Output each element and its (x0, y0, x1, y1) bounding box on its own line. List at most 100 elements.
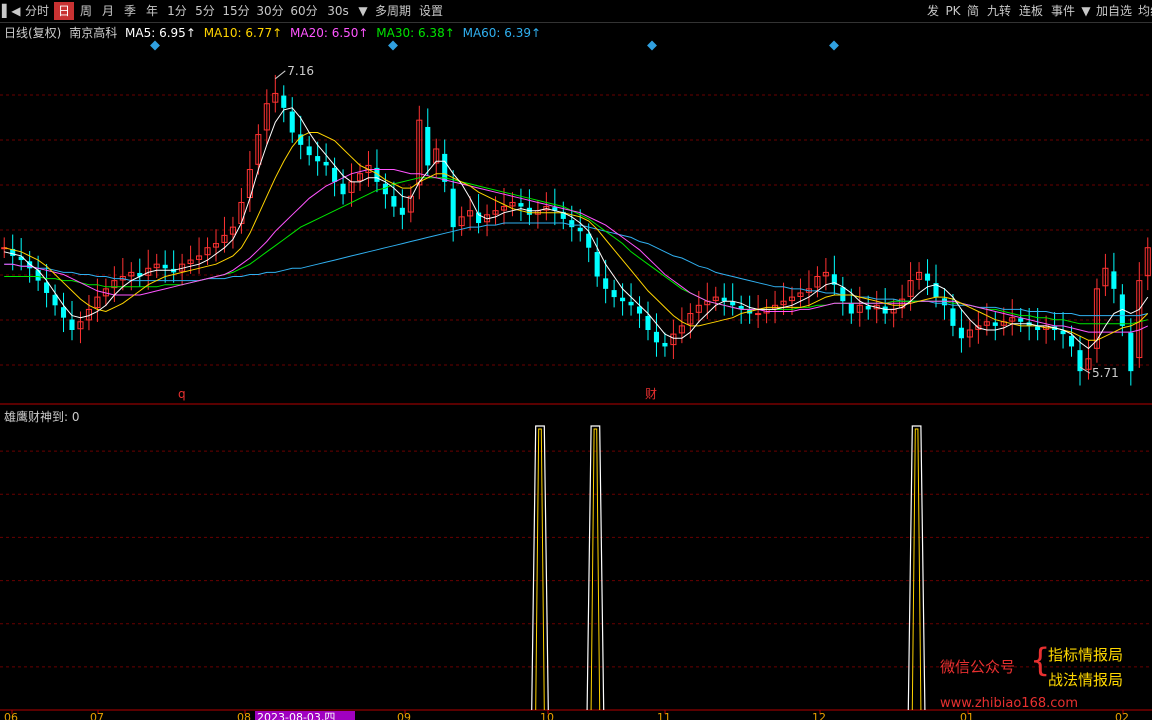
date-highlight-label: 2023-08-03,四 (257, 711, 335, 720)
high-price-label: 7.16 (287, 64, 314, 78)
settings-button[interactable]: 设置 (416, 2, 446, 20)
candle-body-down (332, 167, 338, 182)
candle-body-down (1018, 318, 1024, 322)
signal-pulse-inner (535, 428, 545, 711)
candle-body-down (1068, 335, 1075, 347)
ma30-line (4, 177, 1148, 325)
candle-body-down (848, 303, 854, 314)
x-tick-label: 11 (657, 711, 671, 720)
add-watchlist-button[interactable]: 加自选 (1094, 2, 1134, 20)
candle-body-down (69, 319, 75, 330)
candle-body-down (577, 227, 583, 232)
fa-button[interactable]: 发 (924, 2, 942, 20)
signal-pulse-inner (911, 428, 922, 711)
tab-60min[interactable]: 60分 (288, 2, 320, 20)
candle-body-down (620, 297, 626, 302)
tab-1min[interactable]: 1分 (164, 2, 190, 20)
candle-body-down (60, 307, 67, 318)
ma5-line (4, 107, 1149, 350)
watermark-indicator-bureau: 指标情报局 (1048, 646, 1124, 664)
candle-body-down (1128, 332, 1134, 372)
candle-body-down (958, 327, 964, 339)
tab-30min[interactable]: 30分 (254, 2, 286, 20)
candle-body-down (653, 331, 660, 343)
ma10-line (4, 132, 1149, 341)
event-diamond (150, 40, 160, 51)
event-diamond (647, 40, 657, 51)
tab-month[interactable]: 月 (98, 2, 118, 20)
x-tick-label: 08 (237, 711, 251, 720)
low-price-label: 5.71 (1092, 366, 1119, 380)
candle-body-down (662, 342, 668, 347)
nine-turn-button[interactable]: 九转 (984, 2, 1014, 20)
candle-body-down (628, 301, 634, 306)
pk-button[interactable]: PK (944, 2, 962, 20)
candle-body-down (865, 305, 871, 310)
candle-body-down (391, 196, 397, 207)
candle-body-up (755, 313, 762, 316)
tab-day[interactable]: 日 (54, 2, 74, 20)
candle-body-down (315, 156, 321, 162)
candle-body-down (645, 316, 651, 330)
tab-5min[interactable]: 5分 (192, 2, 218, 20)
period-dropdown[interactable]: ▼ (356, 2, 370, 20)
signal-pulse (531, 425, 549, 711)
x-tick-label: 09 (397, 711, 411, 720)
high-marker-line (274, 70, 286, 80)
tab-15min[interactable]: 15分 (220, 2, 252, 20)
signal-pulse-inner (590, 428, 601, 711)
candle-body-down (340, 183, 346, 195)
x-tick-label: 07 (90, 711, 104, 720)
candle-body-down (1035, 326, 1041, 330)
event-diamond (829, 40, 839, 51)
signal-pulse (907, 425, 926, 711)
watermark: 微信公众号 { 指标情报局 战法情报局 www.zhibiao168.com (940, 640, 1150, 720)
watermark-strategy-bureau: 战法情报局 (1048, 671, 1124, 689)
multi-period-button[interactable]: 多周期 (372, 2, 414, 20)
candle-body-down (450, 188, 456, 228)
x-tick-label: 06 (4, 711, 18, 720)
consecutive-limit-button[interactable]: 连板 (1016, 2, 1046, 20)
candle-body-down (518, 203, 524, 207)
events-button[interactable]: 事件 (1048, 2, 1078, 20)
simple-button[interactable]: 简 (964, 2, 982, 20)
candle-body-down (950, 308, 956, 326)
x-tick-label: 12 (812, 711, 826, 720)
watermark-url: www.zhibiao168.com (940, 696, 1079, 711)
candle-body-down (603, 278, 609, 289)
ma-button[interactable]: 均线 (1136, 2, 1152, 20)
back-button[interactable]: ▌◀ (2, 2, 20, 20)
signal-pulse (586, 425, 605, 711)
candle-body-down (611, 290, 617, 298)
candle-body-down (281, 95, 287, 108)
cai-marker: 财 (645, 387, 657, 401)
tab-quarter[interactable]: 季 (120, 2, 140, 20)
candle-body-down (1111, 271, 1117, 289)
x-tick-label: 10 (540, 711, 554, 720)
ma20-line (4, 169, 1149, 333)
tab-week[interactable]: 周 (76, 2, 96, 20)
candle-body-down (721, 297, 727, 302)
candle-body-down (306, 146, 312, 156)
event-diamond (388, 40, 398, 51)
candle-body-down (323, 161, 329, 166)
candle-body-down (162, 264, 168, 269)
candle-body-down (992, 322, 998, 326)
tab-intraday[interactable]: 分时 (22, 2, 52, 20)
candle-body-down (289, 111, 295, 133)
candle-body-down (594, 252, 600, 277)
q-marker: q (178, 387, 186, 401)
watermark-wechat: 微信公众号 (940, 658, 1016, 676)
tab-year[interactable]: 年 (142, 2, 162, 20)
candle-body-down (399, 207, 405, 215)
candle-body-down (425, 126, 431, 166)
events-dropdown[interactable]: ▼ (1080, 2, 1092, 20)
kline-chart[interactable]: 7.165.71q 财06 07 08 2023-08-03,四 09 10 11 12 01 02 (0, 22, 1152, 720)
toolbar: ▌◀ 分时日周月季年 1分 5分 15分 30分 60分 30s ▼ 多周期 设置发 PK 简九转 连板事… (0, 0, 1152, 23)
candle-body-down (730, 301, 736, 306)
tab-30s[interactable]: 30s (322, 2, 354, 20)
candle-body-down (526, 207, 532, 215)
candle-body-down (882, 306, 888, 314)
candle-body-down (924, 273, 931, 281)
candle-body-down (569, 220, 575, 228)
